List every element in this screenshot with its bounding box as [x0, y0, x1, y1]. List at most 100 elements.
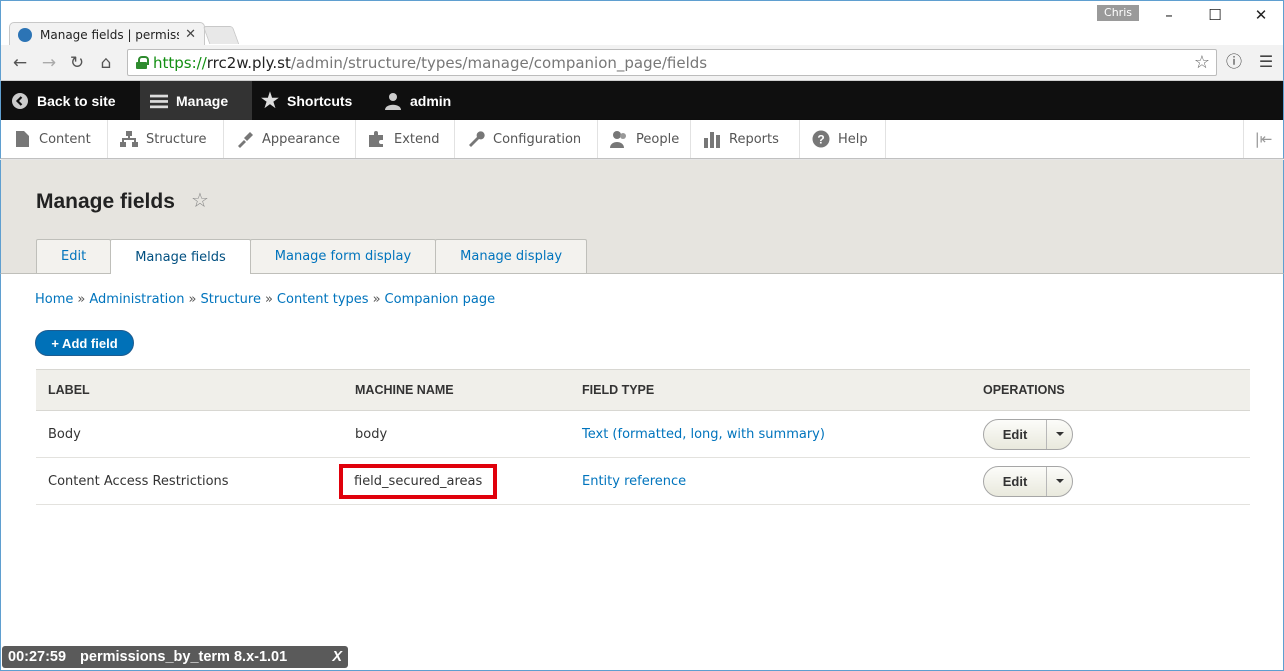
user-icon: [384, 92, 402, 110]
address-bar[interactable]: https:// rrc2w.ply.st /admin/structure/t…: [127, 49, 1217, 76]
video-caption-overlay: 00:27:59 permissions_by_term 8.x-1.01 X: [2, 646, 348, 668]
admin-tray: Content Structure Appearance Extend Conf…: [0, 120, 1284, 159]
svg-text:?: ?: [817, 133, 824, 147]
hamburger-menu-icon: [150, 92, 168, 110]
shortcuts-tab[interactable]: ★ Shortcuts: [261, 81, 352, 120]
operations-dropbutton: Edit: [983, 418, 1073, 450]
breadcrumb-content-types[interactable]: Content types: [277, 292, 369, 307]
field-label: Body: [36, 410, 343, 458]
tray-structure-label: Structure: [146, 131, 207, 147]
page-title: Manage fields: [36, 190, 175, 213]
maximize-icon[interactable]: ☐: [1193, 3, 1237, 27]
tray-appearance[interactable]: Appearance: [224, 120, 356, 158]
file-icon: [13, 130, 31, 148]
tab-manage-display[interactable]: Manage display: [435, 239, 588, 273]
dropdown-toggle-icon[interactable]: [1047, 420, 1072, 449]
browser-tab[interactable]: Manage fields | permissio ✕: [9, 22, 205, 46]
breadcrumb-companion-page[interactable]: Companion page: [385, 292, 496, 307]
timestamp: 00:27:59: [8, 649, 67, 665]
tray-content-label: Content: [39, 131, 91, 147]
tray-appearance-label: Appearance: [262, 131, 341, 147]
dropdown-toggle-icon[interactable]: [1047, 467, 1072, 496]
url-host: rrc2w.ply.st: [206, 53, 291, 72]
breadcrumb-home[interactable]: Home: [35, 292, 73, 307]
back-to-site-link[interactable]: Back to site: [11, 81, 116, 120]
home-icon[interactable]: ⌂: [94, 51, 118, 75]
col-operations: OPERATIONS: [971, 369, 1250, 411]
tray-configuration[interactable]: Configuration: [455, 120, 598, 158]
shortcut-star-icon[interactable]: ☆: [191, 188, 209, 212]
tray-content[interactable]: Content: [1, 120, 108, 158]
tab-manage-fields[interactable]: Manage fields: [110, 239, 251, 274]
admin-toolbar: Back to site Manage ★ Shortcuts admin: [0, 81, 1284, 120]
tab-close-icon[interactable]: ✕: [185, 27, 196, 42]
edit-button[interactable]: Edit: [984, 419, 1047, 449]
add-field-button[interactable]: + Add field: [35, 330, 134, 356]
manage-label: Manage: [176, 92, 229, 109]
field-type-link[interactable]: Text (formatted, long, with summary): [582, 427, 825, 442]
puzzle-icon: [368, 130, 386, 148]
edit-button[interactable]: Edit: [984, 466, 1047, 496]
star-icon: ★: [261, 90, 279, 112]
col-label: LABEL: [36, 369, 343, 411]
user-tab[interactable]: admin: [384, 81, 451, 120]
tray-extend-label: Extend: [394, 131, 440, 147]
shortcuts-label: Shortcuts: [287, 92, 353, 109]
help-icon: ?: [812, 130, 830, 148]
table-header-row: LABEL MACHINE NAME FIELD TYPE OPERATIONS: [36, 369, 1250, 411]
tab-edit[interactable]: Edit: [36, 239, 112, 273]
browser-titlebar: Manage fields | permissio ✕ Chris – ☐ ✕: [0, 0, 1284, 46]
user-label: admin: [410, 92, 452, 109]
table-row: Content Access Restrictions field_secure…: [36, 457, 1250, 505]
new-tab-button[interactable]: [202, 26, 240, 44]
close-window-icon[interactable]: ✕: [1239, 3, 1283, 27]
people-icon: [610, 130, 628, 148]
field-type-link[interactable]: Entity reference: [582, 474, 686, 489]
overlay-close-icon[interactable]: X: [332, 649, 342, 665]
caption-text: permissions_by_term 8.x-1.01: [80, 649, 288, 665]
tray-reports[interactable]: Reports: [691, 120, 800, 158]
main-content: Home» Administration» Structure» Content ty…: [0, 274, 1284, 671]
field-machine-name-highlighted: field_secured_areas: [339, 463, 498, 499]
tray-help[interactable]: ? Help: [800, 120, 886, 158]
brush-icon: [236, 130, 254, 148]
tray-extend[interactable]: Extend: [356, 120, 455, 158]
manage-tab[interactable]: Manage: [140, 81, 252, 120]
breadcrumb-administration[interactable]: Administration: [89, 292, 184, 307]
chevron-left-circle-icon: [11, 92, 29, 110]
field-machine-name: body: [343, 410, 570, 458]
tray-people[interactable]: People: [598, 120, 691, 158]
page-header: Manage fields ☆ Edit Manage fields Manag…: [0, 160, 1284, 274]
forward-arrow-icon[interactable]: →: [37, 51, 61, 75]
tab-title: Manage fields | permissio: [40, 27, 180, 42]
fields-table: LABEL MACHINE NAME FIELD TYPE OPERATIONS…: [36, 369, 1250, 505]
table-row: Body body Text (formatted, long, with su…: [36, 410, 1250, 458]
wrench-icon: [467, 130, 485, 148]
primary-tabs: Edit Manage fields Manage form display M…: [36, 239, 588, 274]
tray-help-label: Help: [838, 131, 868, 147]
tray-configuration-label: Configuration: [493, 131, 582, 147]
url-scheme: https://: [153, 53, 207, 72]
sitemap-icon: [120, 130, 138, 148]
url-path: /admin/structure/types/manage/companion_…: [290, 53, 708, 72]
drupal-favicon-icon: [18, 27, 32, 42]
tab-manage-form-display[interactable]: Manage form display: [249, 239, 437, 273]
bar-chart-icon: [703, 130, 721, 148]
lock-icon: [136, 56, 149, 69]
minimize-icon[interactable]: –: [1147, 3, 1191, 27]
bookmark-star-icon[interactable]: ☆: [1194, 52, 1210, 73]
back-to-site-label: Back to site: [37, 92, 116, 109]
back-arrow-icon[interactable]: ←: [8, 51, 32, 75]
field-label: Content Access Restrictions: [36, 457, 343, 505]
col-machine-name: MACHINE NAME: [343, 369, 570, 411]
tray-people-label: People: [636, 131, 680, 147]
breadcrumb-structure[interactable]: Structure: [200, 292, 260, 307]
extension-icon[interactable]: ⓘ: [1223, 51, 1245, 73]
browser-menu-icon[interactable]: ☰: [1255, 51, 1277, 73]
tray-structure[interactable]: Structure: [108, 120, 224, 158]
col-field-type: FIELD TYPE: [570, 369, 971, 411]
reload-icon[interactable]: ↻: [65, 51, 89, 75]
profile-badge[interactable]: Chris: [1097, 5, 1139, 21]
collapse-tray-icon[interactable]: |⇤: [1243, 120, 1283, 158]
breadcrumb: Home» Administration» Structure» Content ty…: [35, 292, 496, 307]
